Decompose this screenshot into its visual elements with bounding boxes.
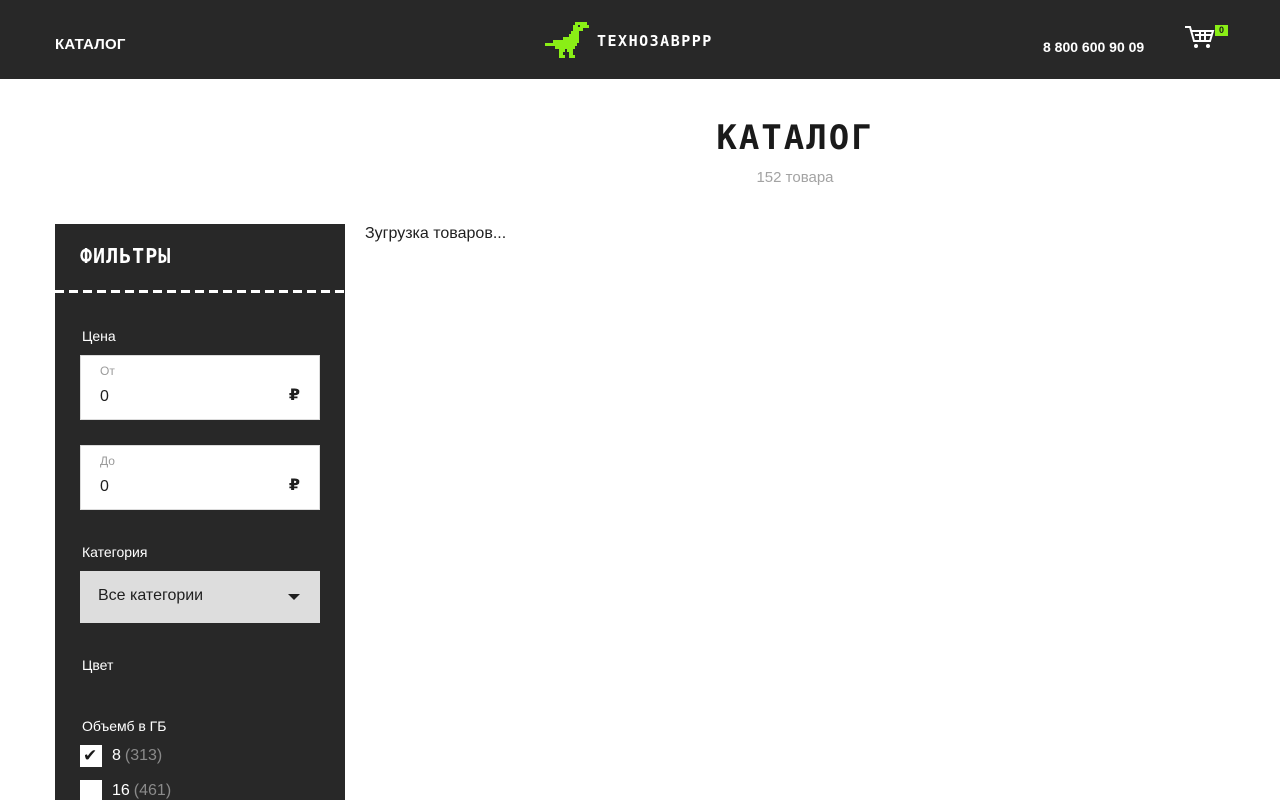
filters-title: ФИЛЬТРЫ [80, 244, 172, 268]
price-from-field[interactable]: От ₽ [80, 355, 320, 420]
cart-icon [1184, 26, 1216, 54]
color-label: Цвет [82, 657, 114, 673]
volume-option-count: (313) [124, 747, 163, 764]
category-select-value: Все категории [98, 587, 204, 604]
volume-option-count: (461) [133, 782, 172, 799]
volume-label: Объемб в ГБ [82, 718, 167, 734]
nav-catalog-link[interactable]: КАТАЛОГ [55, 36, 126, 53]
volume-option[interactable]: ✔ 8 (313) [80, 745, 162, 767]
loading-message: Зугрузка товаров... [365, 225, 507, 242]
goods-count: 152 товара [756, 169, 834, 186]
price-to-caption: До [100, 454, 115, 468]
price-to-input[interactable] [100, 476, 270, 498]
chevron-down-icon [288, 594, 300, 600]
cart-count-badge: 0 [1215, 25, 1228, 36]
price-from-caption: От [100, 364, 115, 378]
filters-sidebar: ФИЛЬТРЫ Цена От ₽ До ₽ Категория Все кат… [55, 224, 345, 802]
ruble-icon: ₽ [288, 387, 300, 404]
dinosaur-icon [545, 22, 591, 58]
page-title: КАТАЛОГ [716, 118, 874, 158]
ruble-icon: ₽ [288, 477, 300, 494]
price-from-input[interactable] [100, 386, 270, 408]
phone-link[interactable]: 8 800 600 90 09 [1043, 39, 1144, 55]
category-label: Категория [82, 544, 148, 560]
volume-checkbox[interactable] [80, 780, 102, 802]
category-select[interactable]: Все категории [80, 571, 320, 623]
logo-text: ТЕХНОЗАВРРР [597, 32, 713, 50]
price-label: Цена [82, 328, 116, 344]
price-to-field[interactable]: До ₽ [80, 445, 320, 510]
site-header: КАТАЛОГ ТЕХНОЗАВРРР 8 800 600 90 09 0 [0, 0, 1280, 79]
dashed-divider [55, 290, 345, 293]
checkmark-icon: ✔ [83, 746, 98, 765]
volume-option-label: 8 [112, 747, 121, 764]
logo[interactable]: ТЕХНОЗАВРРР [545, 22, 713, 58]
cart-button[interactable]: 0 [1184, 24, 1230, 54]
volume-checkbox[interactable]: ✔ [80, 745, 102, 767]
volume-option[interactable]: 16 (461) [80, 780, 171, 802]
volume-option-label: 16 [112, 782, 130, 799]
